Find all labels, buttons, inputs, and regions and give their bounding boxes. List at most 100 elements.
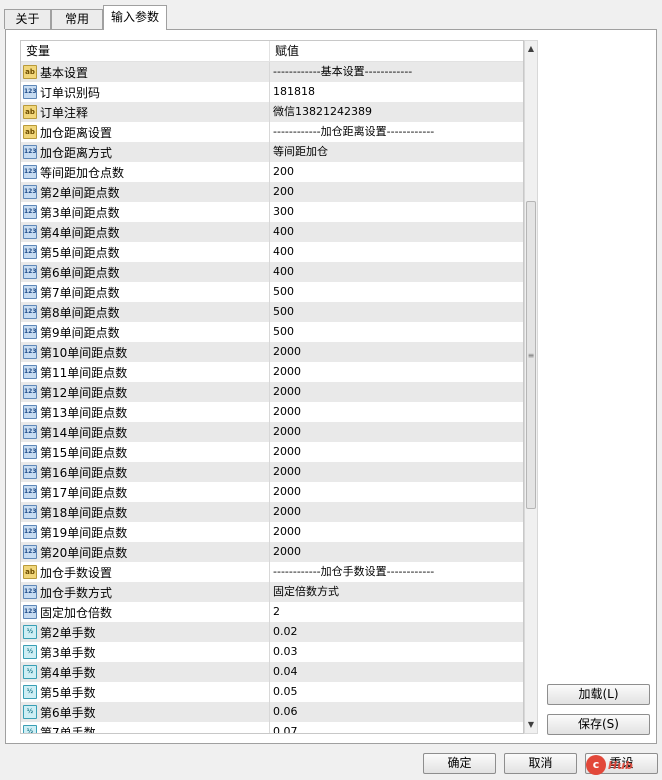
tab-about[interactable]: 关于 [4, 9, 51, 29]
value-cell[interactable]: 2000 [270, 442, 523, 462]
integer-type-icon: 123 [23, 385, 37, 399]
table-row[interactable]: ½ 第3单手数 0.03 [21, 642, 523, 662]
value-cell[interactable]: 2000 [270, 542, 523, 562]
table-row[interactable]: 123 第6单间距点数 400 [21, 262, 523, 282]
table-row[interactable]: 123 加仓距离方式 等间距加仓 [21, 142, 523, 162]
value-cell[interactable]: 固定倍数方式 [270, 582, 523, 602]
load-button[interactable]: 加载(L) [547, 684, 650, 705]
table-row[interactable]: ½ 第4单手数 0.04 [21, 662, 523, 682]
table-row[interactable]: ½ 第2单手数 0.02 [21, 622, 523, 642]
variable-name: 第7单间距点数 [40, 285, 120, 300]
table-row[interactable]: 123 订单识别码 181818 [21, 82, 523, 102]
value-cell[interactable]: 400 [270, 262, 523, 282]
variable-name: 第16单间距点数 [40, 465, 128, 480]
table-row[interactable]: 123 第20单间距点数 2000 [21, 542, 523, 562]
table-row[interactable]: 123 第13单间距点数 2000 [21, 402, 523, 422]
variable-cell: 123 第13单间距点数 [21, 402, 270, 422]
cancel-button[interactable]: 取消 [504, 753, 577, 774]
scroll-down-arrow-icon[interactable]: ▼ [525, 717, 537, 733]
value-cell[interactable]: 181818 [270, 82, 523, 102]
table-row[interactable]: ab 基本设置 ------------基本设置------------ [21, 62, 523, 82]
table-row[interactable]: 123 第14单间距点数 2000 [21, 422, 523, 442]
scroll-thumb[interactable]: ≡ [526, 201, 536, 509]
value-cell[interactable]: 2000 [270, 462, 523, 482]
table-row[interactable]: 123 加仓手数方式 固定倍数方式 [21, 582, 523, 602]
value-cell[interactable]: 0.07 [270, 722, 523, 733]
value-cell[interactable]: 300 [270, 202, 523, 222]
column-header-value[interactable]: 赋值 [270, 41, 523, 61]
value-cell[interactable]: 500 [270, 302, 523, 322]
value-cell[interactable]: 2000 [270, 342, 523, 362]
table-row[interactable]: 123 第4单间距点数 400 [21, 222, 523, 242]
table-row[interactable]: 123 第11单间距点数 2000 [21, 362, 523, 382]
variable-cell: 123 订单识别码 [21, 82, 270, 102]
table-row[interactable]: 123 第12单间距点数 2000 [21, 382, 523, 402]
value-cell[interactable]: 等间距加仓 [270, 142, 523, 162]
value-cell[interactable]: 0.03 [270, 642, 523, 662]
value-cell[interactable]: 2000 [270, 482, 523, 502]
value-cell[interactable]: 400 [270, 222, 523, 242]
value-cell[interactable]: ------------加仓手数设置------------ [270, 562, 523, 582]
value-cell[interactable]: 2000 [270, 362, 523, 382]
table-row[interactable]: 123 第7单间距点数 500 [21, 282, 523, 302]
variable-name: 第6单间距点数 [40, 265, 120, 280]
scroll-up-arrow-icon[interactable]: ▲ [525, 41, 537, 57]
table-row[interactable]: 123 等间距加仓点数 200 [21, 162, 523, 182]
string-type-icon: ab [23, 65, 37, 79]
value-cell[interactable]: 2000 [270, 422, 523, 442]
table-row[interactable]: ½ 第6单手数 0.06 [21, 702, 523, 722]
table-row[interactable]: 123 第18单间距点数 2000 [21, 502, 523, 522]
double-type-icon: ½ [23, 645, 37, 659]
value-cell[interactable]: 2000 [270, 502, 523, 522]
variable-cell: 123 第8单间距点数 [21, 302, 270, 322]
reset-button[interactable]: 重设 [585, 753, 658, 774]
column-header-variable[interactable]: 变量 [21, 41, 270, 61]
value-cell[interactable]: ------------基本设置------------ [270, 62, 523, 82]
value-cell[interactable]: 0.02 [270, 622, 523, 642]
variable-cell: 123 第14单间距点数 [21, 422, 270, 442]
table-row[interactable]: 123 第3单间距点数 300 [21, 202, 523, 222]
value-cell[interactable]: 0.04 [270, 662, 523, 682]
table-row[interactable]: ½ 第7单手数 0.07 [21, 722, 523, 733]
variable-cell: ab 订单注释 [21, 102, 270, 122]
table-row[interactable]: 123 第2单间距点数 200 [21, 182, 523, 202]
value-cell[interactable]: 微信13821242389 [270, 102, 523, 122]
table-row[interactable]: 123 第19单间距点数 2000 [21, 522, 523, 542]
value-cell[interactable]: 2 [270, 602, 523, 622]
value-cell[interactable]: 2000 [270, 522, 523, 542]
save-button[interactable]: 保存(S) [547, 714, 650, 735]
table-row[interactable]: 123 第15单间距点数 2000 [21, 442, 523, 462]
value-cell[interactable]: ------------加仓距离设置------------ [270, 122, 523, 142]
table-row[interactable]: ab 订单注释 微信13821242389 [21, 102, 523, 122]
table-row[interactable]: ab 加仓手数设置 ------------加仓手数设置------------ [21, 562, 523, 582]
table-row[interactable]: ½ 第5单手数 0.05 [21, 682, 523, 702]
table-row[interactable]: 123 第9单间距点数 500 [21, 322, 523, 342]
table-row[interactable]: 123 第8单间距点数 500 [21, 302, 523, 322]
value-cell[interactable]: 0.06 [270, 702, 523, 722]
table-row[interactable]: 123 第10单间距点数 2000 [21, 342, 523, 362]
value-cell[interactable]: 500 [270, 282, 523, 302]
value-cell[interactable]: 2000 [270, 402, 523, 422]
variable-cell: ½ 第6单手数 [21, 702, 270, 722]
value-cell[interactable]: 0.05 [270, 682, 523, 702]
value-cell[interactable]: 200 [270, 162, 523, 182]
variable-name: 第5单间距点数 [40, 245, 120, 260]
table-row[interactable]: 123 固定加仓倍数 2 [21, 602, 523, 622]
string-type-icon: ab [23, 125, 37, 139]
tab-input-parameters[interactable]: 输入参数 [103, 5, 167, 30]
variable-cell: ½ 第5单手数 [21, 682, 270, 702]
value-cell[interactable]: 400 [270, 242, 523, 262]
vertical-scrollbar[interactable]: ▲ ≡ ▼ [524, 40, 538, 734]
table-row[interactable]: 123 第5单间距点数 400 [21, 242, 523, 262]
value-cell[interactable]: 200 [270, 182, 523, 202]
tab-common[interactable]: 常用 [51, 9, 103, 29]
table-row[interactable]: ab 加仓距离设置 ------------加仓距离设置------------ [21, 122, 523, 142]
ok-button[interactable]: 确定 [423, 753, 496, 774]
value-cell[interactable]: 500 [270, 322, 523, 342]
integer-type-icon: 123 [23, 185, 37, 199]
value-cell[interactable]: 2000 [270, 382, 523, 402]
integer-type-icon: 123 [23, 145, 37, 159]
variable-cell: 123 第7单间距点数 [21, 282, 270, 302]
table-row[interactable]: 123 第16单间距点数 2000 [21, 462, 523, 482]
table-row[interactable]: 123 第17单间距点数 2000 [21, 482, 523, 502]
